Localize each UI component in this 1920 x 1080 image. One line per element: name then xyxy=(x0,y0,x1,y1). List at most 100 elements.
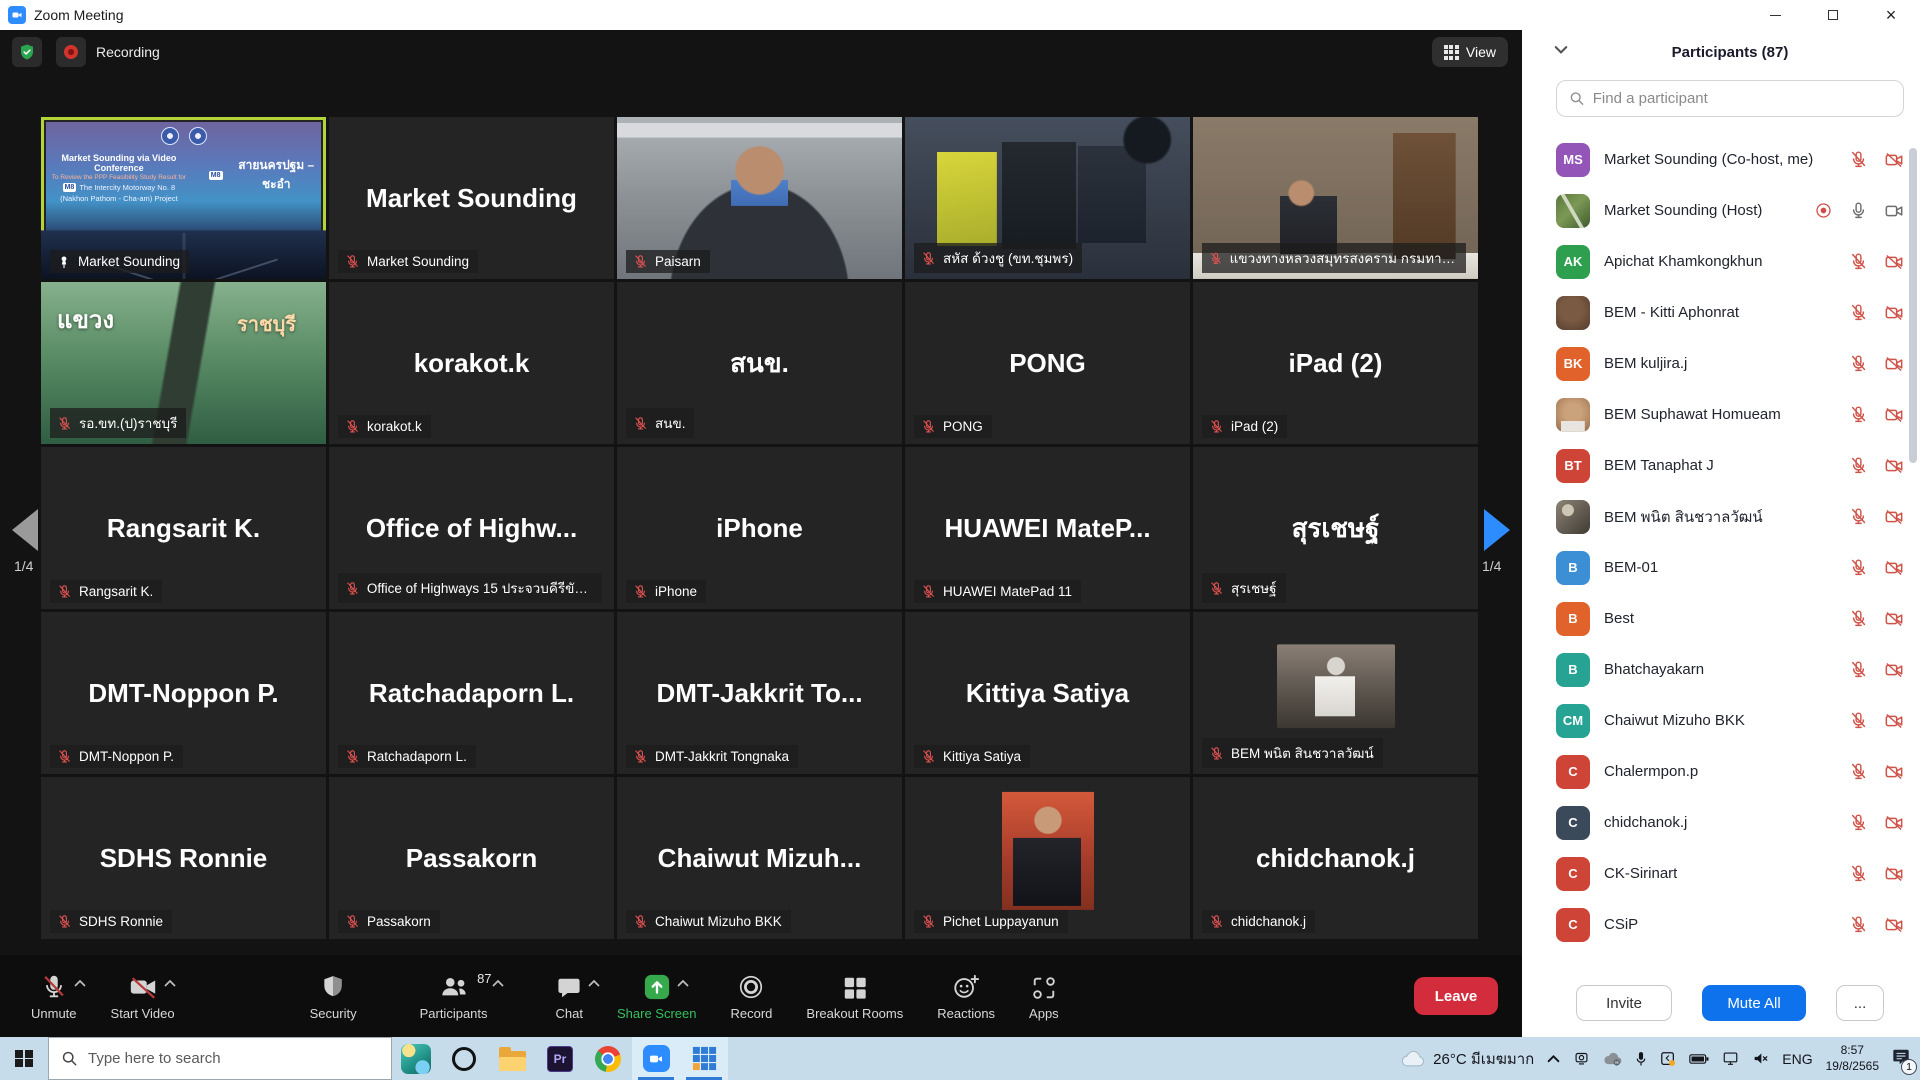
participant-search-box[interactable] xyxy=(1556,80,1904,117)
video-tile-4[interactable]: สหัส ด้วงชู (ขท.ชุมพร) xyxy=(905,117,1190,279)
video-tile-6[interactable]: แขวงราชบุรี รอ.ขท.(ป)ราชบุรี xyxy=(41,282,326,444)
video-tile-24[interactable]: Pichet Luppayanun xyxy=(905,777,1190,939)
encryption-shield-icon[interactable] xyxy=(12,37,42,67)
minimize-button[interactable] xyxy=(1746,0,1804,30)
chevron-up-icon[interactable] xyxy=(164,979,176,987)
participant-row-14[interactable]: C chidchanok.j xyxy=(1540,797,1920,848)
participant-row-9[interactable]: B BEM-01 xyxy=(1540,542,1920,593)
participant-row-4[interactable]: BEM - Kitti Aphonrat xyxy=(1540,287,1920,338)
mute-all-button[interactable]: Mute All xyxy=(1702,985,1806,1021)
video-tile-5[interactable]: แขวงทางหลวงสมุทรสงคราม กรมทางหลวง xyxy=(1193,117,1478,279)
participant-row-3[interactable]: AK Apichat Khamkongkhun xyxy=(1540,236,1920,287)
video-tile-8[interactable]: สนข. สนข. xyxy=(617,282,902,444)
next-page-arrow[interactable] xyxy=(1484,509,1510,551)
video-tile-12[interactable]: Office of Highw... Office of Highways 15… xyxy=(329,447,614,609)
taskbar-clock[interactable]: 8:57 19/8/2565 xyxy=(1826,1043,1879,1074)
participants-scrollbar[interactable] xyxy=(1909,148,1917,463)
taskbar-app-shield[interactable] xyxy=(392,1037,440,1080)
breakout-rooms-button[interactable]: Breakout Rooms xyxy=(806,971,903,1021)
collapse-panel-chevron-icon[interactable] xyxy=(1554,45,1568,55)
tray-mic-icon[interactable] xyxy=(1635,1051,1647,1067)
participant-row-1[interactable]: MS Market Sounding (Co-host, me) xyxy=(1540,134,1920,185)
start-video-button[interactable]: Start Video xyxy=(111,971,175,1021)
start-button[interactable] xyxy=(0,1037,48,1080)
video-tile-14[interactable]: HUAWEI MateP... HUAWEI MatePad 11 xyxy=(905,447,1190,609)
weather-widget[interactable]: 26°C มีเมฆมาก xyxy=(1401,1047,1534,1071)
unmute-button[interactable]: Unmute xyxy=(31,971,77,1021)
participant-row-2[interactable]: Market Sounding (Host) xyxy=(1540,185,1920,236)
leave-button[interactable]: Leave xyxy=(1414,977,1498,1015)
participant-row-5[interactable]: BK BEM kuljira.j xyxy=(1540,338,1920,389)
participant-row-8[interactable]: BEM พนิต สินชวาลวัฒน์ xyxy=(1540,491,1920,542)
camera-off-icon xyxy=(1884,813,1904,833)
more-options-button[interactable]: ... xyxy=(1836,985,1884,1021)
video-tile-18[interactable]: DMT-Jakkrit To... DMT-Jakkrit Tongnaka xyxy=(617,612,902,774)
tile-label-text: SDHS Ronnie xyxy=(79,914,163,929)
participants-button[interactable]: 87 Participants xyxy=(420,971,488,1021)
video-tile-17[interactable]: Ratchadaporn L. Ratchadaporn L. xyxy=(329,612,614,774)
video-tile-9[interactable]: PONG PONG xyxy=(905,282,1190,444)
speaker-muted-icon[interactable] xyxy=(1752,1051,1769,1066)
participant-status-icons xyxy=(1849,864,1904,884)
action-center-button[interactable]: 1 xyxy=(1892,1048,1910,1070)
language-indicator[interactable]: ENG xyxy=(1782,1051,1812,1067)
camera-off-icon xyxy=(1884,507,1904,527)
meeting-toolbar: Unmute Start Video Security 87 Participa… xyxy=(0,955,1522,1037)
close-button[interactable]: × xyxy=(1862,0,1920,30)
video-tile-3[interactable]: Paisarn xyxy=(617,117,902,279)
video-tile-10[interactable]: iPad (2) iPad (2) xyxy=(1193,282,1478,444)
video-frame xyxy=(1002,792,1094,910)
video-tile-19[interactable]: Kittiya Satiya Kittiya Satiya xyxy=(905,612,1190,774)
video-tile-15[interactable]: สุรเชษฐ์ สุรเชษฐ์ xyxy=(1193,447,1478,609)
view-button[interactable]: View xyxy=(1432,37,1508,67)
reactions-button[interactable]: Reactions xyxy=(937,971,995,1021)
participant-row-15[interactable]: C CK-Sirinart xyxy=(1540,848,1920,899)
tray-camera-icon[interactable] xyxy=(1573,1051,1590,1066)
video-tile-11[interactable]: Rangsarit K. Rangsarit K. xyxy=(41,447,326,609)
onedrive-icon[interactable] xyxy=(1603,1052,1622,1066)
chevron-up-icon[interactable] xyxy=(74,979,86,987)
video-tile-25[interactable]: chidchanok.j chidchanok.j xyxy=(1193,777,1478,939)
tray-app-window-icon[interactable] xyxy=(1660,1051,1676,1067)
participant-search-input[interactable] xyxy=(1593,90,1891,107)
taskbar-zoom[interactable] xyxy=(632,1037,680,1080)
chat-button[interactable]: Chat xyxy=(556,971,583,1021)
previous-page-arrow[interactable] xyxy=(12,509,38,551)
apps-button[interactable]: Apps xyxy=(1029,971,1059,1021)
security-button[interactable]: Security xyxy=(310,971,357,1021)
taskbar-file-explorer[interactable] xyxy=(488,1037,536,1080)
invite-button[interactable]: Invite xyxy=(1576,985,1672,1021)
video-tile-23[interactable]: Chaiwut Mizuh... Chaiwut Mizuho BKK xyxy=(617,777,902,939)
display-icon[interactable] xyxy=(1722,1051,1739,1066)
participant-row-12[interactable]: CM Chaiwut Mizuho BKK xyxy=(1540,695,1920,746)
hidden-icons-chevron[interactable] xyxy=(1547,1054,1560,1063)
video-tile-2[interactable]: Market Sounding Market Sounding xyxy=(329,117,614,279)
share-screen-button[interactable]: Share Screen xyxy=(617,971,697,1021)
video-tile-22[interactable]: Passakorn Passakorn xyxy=(329,777,614,939)
participant-row-7[interactable]: BT BEM Tanaphat J xyxy=(1540,440,1920,491)
video-tile-21[interactable]: SDHS Ronnie SDHS Ronnie xyxy=(41,777,326,939)
taskbar-tiles-app[interactable] xyxy=(680,1037,728,1080)
participant-row-10[interactable]: B Best xyxy=(1540,593,1920,644)
participant-row-16[interactable]: C CSiP xyxy=(1540,899,1920,950)
maximize-button[interactable] xyxy=(1804,0,1862,30)
taskbar-app-circle[interactable] xyxy=(440,1037,488,1080)
chevron-up-icon[interactable] xyxy=(588,979,600,987)
participant-row-6[interactable]: BEM Suphawat Homueam xyxy=(1540,389,1920,440)
participant-row-11[interactable]: B Bhatchayakarn xyxy=(1540,644,1920,695)
participant-row-13[interactable]: C Chalermpon.p xyxy=(1540,746,1920,797)
taskbar-premiere[interactable]: Pr xyxy=(536,1037,584,1080)
chevron-up-icon[interactable] xyxy=(492,979,504,987)
video-tile-16[interactable]: DMT-Noppon P. DMT-Noppon P. xyxy=(41,612,326,774)
mic-muted-icon xyxy=(921,914,936,929)
record-button[interactable]: Record xyxy=(730,971,772,1021)
video-tile-13[interactable]: iPhone iPhone xyxy=(617,447,902,609)
battery-icon[interactable] xyxy=(1689,1053,1709,1065)
chevron-up-icon[interactable] xyxy=(677,979,689,987)
taskbar-chrome[interactable] xyxy=(584,1037,632,1080)
video-tile-20[interactable]: BEM พนิต สินชวาลวัฒน์ xyxy=(1193,612,1478,774)
video-tile-1[interactable]: Market Sounding via Video Conference To … xyxy=(41,117,326,279)
taskbar-search-box[interactable]: Type here to search xyxy=(48,1037,392,1080)
video-tile-7[interactable]: korakot.k korakot.k xyxy=(329,282,614,444)
recording-indicator-icon[interactable] xyxy=(56,37,86,67)
